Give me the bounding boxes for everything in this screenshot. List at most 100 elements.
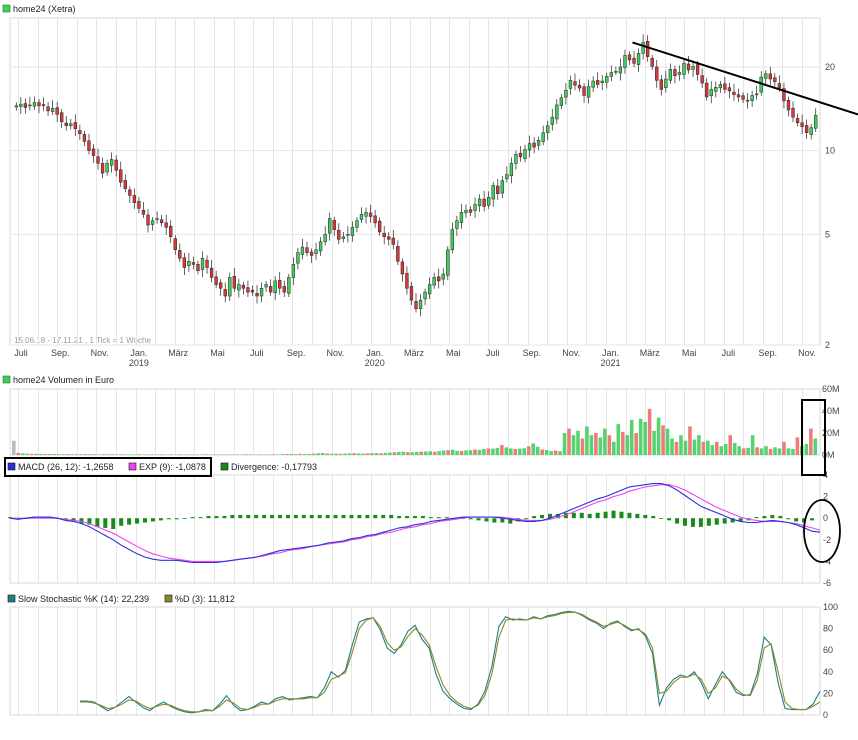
price-xtick: Jan. bbox=[130, 348, 147, 358]
price-year-label: 2020 bbox=[365, 358, 385, 368]
price-xtick: Nov. bbox=[798, 348, 816, 358]
volume-bar bbox=[419, 451, 424, 455]
volume-bar bbox=[150, 454, 155, 455]
volume-bar bbox=[29, 453, 34, 455]
candle bbox=[446, 249, 450, 276]
candle bbox=[664, 78, 668, 88]
volume-bar bbox=[106, 454, 110, 455]
candle bbox=[441, 273, 445, 280]
divergence-legend-swatch bbox=[220, 462, 229, 471]
candle bbox=[37, 102, 41, 107]
divergence-bar bbox=[675, 518, 680, 524]
divergence-bar bbox=[158, 518, 163, 521]
divergence-bar bbox=[786, 518, 791, 520]
candle bbox=[768, 73, 772, 80]
candle bbox=[114, 159, 118, 171]
candle bbox=[19, 103, 23, 107]
candle bbox=[700, 75, 704, 84]
volume-bar bbox=[74, 454, 79, 455]
stoch-ytick: 60 bbox=[823, 645, 833, 655]
volume-bar bbox=[813, 438, 818, 455]
candle bbox=[559, 97, 564, 106]
volume-bar bbox=[200, 454, 204, 455]
volume-bar bbox=[580, 438, 585, 455]
price-year-label: 2021 bbox=[600, 358, 620, 368]
volume-bar bbox=[415, 451, 419, 455]
volume-bar bbox=[625, 435, 630, 455]
candle bbox=[586, 86, 591, 98]
volume-bar bbox=[728, 435, 733, 455]
macd-legend-label: MACD (26, 12): -1,2658 bbox=[18, 462, 114, 472]
divergence-bar bbox=[365, 514, 370, 519]
volume-bar bbox=[222, 454, 227, 455]
candle bbox=[105, 163, 109, 173]
volume-bar bbox=[16, 452, 21, 455]
volume-bar bbox=[47, 454, 52, 455]
divergence-bar bbox=[262, 514, 267, 519]
volume-bar bbox=[258, 454, 262, 455]
candle bbox=[555, 104, 559, 120]
price-ytick-2: 2 bbox=[825, 340, 830, 350]
divergence-bar bbox=[325, 514, 330, 519]
stoch-ytick: 20 bbox=[823, 688, 833, 698]
volume-bar bbox=[706, 440, 710, 455]
volume-bar bbox=[701, 441, 706, 455]
price-chart-annotation: 15.06.18 - 17.11.21 , 1 Tick = 1 Woche bbox=[14, 336, 151, 345]
volume-bar bbox=[746, 447, 750, 455]
candle bbox=[814, 115, 818, 129]
divergence-bar bbox=[389, 514, 394, 519]
candle bbox=[432, 277, 436, 286]
candle bbox=[473, 204, 477, 211]
candle bbox=[487, 196, 491, 206]
candle bbox=[155, 218, 159, 220]
candle bbox=[318, 241, 323, 252]
stoch-ytick: 40 bbox=[823, 667, 833, 677]
volume-bar bbox=[450, 449, 455, 455]
candle bbox=[596, 80, 600, 85]
volume-bar bbox=[244, 454, 249, 455]
volume-bar bbox=[338, 453, 343, 455]
candles-group bbox=[14, 34, 818, 317]
candle bbox=[78, 130, 82, 135]
volume-bar bbox=[459, 451, 464, 455]
volume-bar bbox=[101, 454, 106, 455]
candle bbox=[418, 299, 423, 310]
candle bbox=[527, 143, 532, 151]
volume-bar bbox=[441, 450, 446, 455]
volume-bar bbox=[374, 453, 379, 455]
volume-bar bbox=[616, 424, 621, 455]
volume-bar bbox=[723, 444, 728, 455]
candle bbox=[505, 174, 509, 180]
divergence-bar bbox=[587, 513, 592, 519]
price-xtick: Juli bbox=[486, 348, 500, 358]
candle bbox=[200, 258, 205, 270]
candle bbox=[123, 180, 127, 189]
candle bbox=[582, 86, 586, 96]
volume-bar bbox=[665, 428, 670, 455]
candle bbox=[709, 89, 713, 97]
divergence-bar bbox=[476, 518, 481, 521]
candle bbox=[409, 286, 414, 301]
candle bbox=[291, 264, 296, 278]
candle bbox=[636, 53, 641, 65]
divergence-bar bbox=[651, 516, 656, 519]
candle bbox=[346, 234, 350, 236]
volume-bar bbox=[83, 454, 88, 455]
exp-signal-line bbox=[10, 484, 821, 562]
candle bbox=[750, 95, 754, 101]
volume-bar bbox=[755, 447, 759, 455]
divergence-bar bbox=[135, 518, 140, 524]
volume-bar bbox=[213, 454, 218, 455]
volume-bar bbox=[594, 433, 598, 455]
candle bbox=[745, 99, 750, 102]
volume-bar bbox=[768, 448, 773, 455]
volume-bar bbox=[558, 451, 562, 455]
candle bbox=[132, 195, 137, 203]
volume-bar bbox=[271, 454, 276, 455]
divergence-bar bbox=[690, 518, 695, 527]
price-year-label: 2019 bbox=[129, 358, 149, 368]
candle bbox=[191, 262, 196, 265]
divergence-bar bbox=[420, 516, 425, 519]
candle bbox=[800, 122, 804, 127]
candle bbox=[223, 289, 227, 297]
